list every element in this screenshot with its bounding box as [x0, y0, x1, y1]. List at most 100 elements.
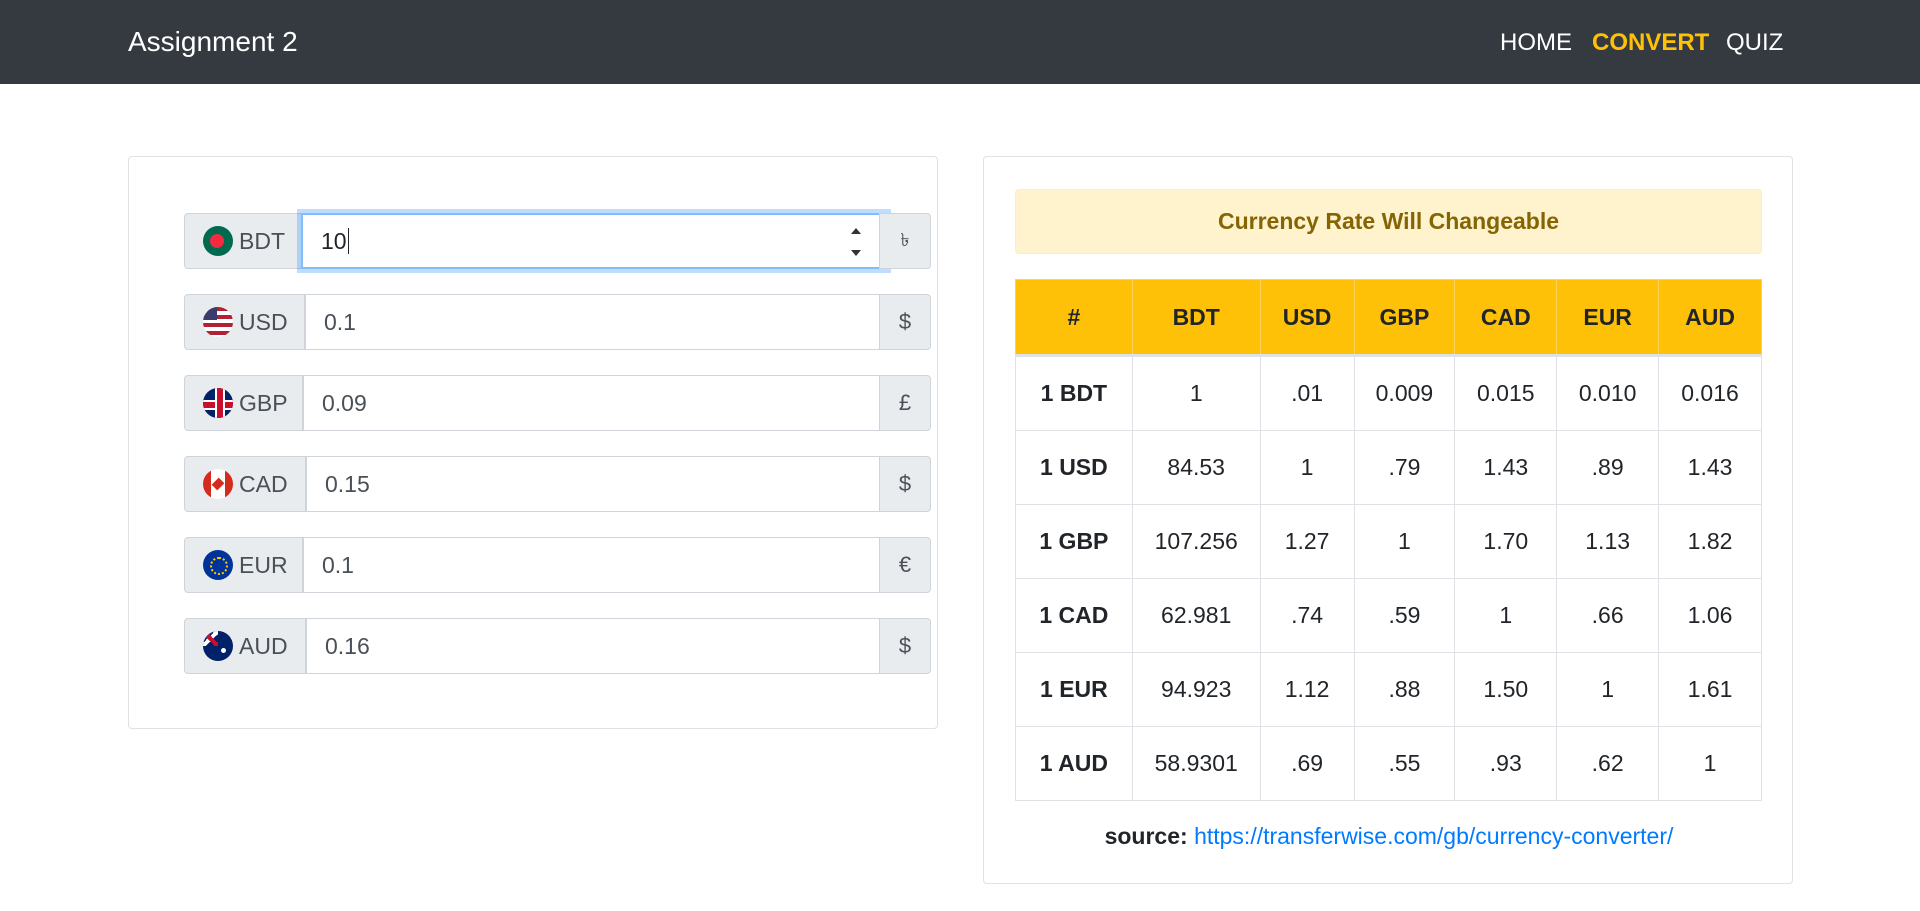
table-row: 1 EUR 94.923 1.12 .88 1.50 1 1.61: [1015, 652, 1762, 727]
number-spinner[interactable]: [849, 228, 863, 256]
input-value: 0.09: [322, 389, 367, 416]
converter-card: BDT 10 ৳ USD 0.1 $ GBP 0.09 £ CAD 0.15 $…: [128, 156, 938, 729]
column-header: BDT: [1131, 279, 1261, 356]
rate-cell: 1.27: [1259, 504, 1355, 579]
currency-label-eur: EUR: [184, 537, 303, 593]
rate-cell: 1: [1454, 578, 1558, 653]
text-caret: [347, 228, 349, 254]
rate-cell: .79: [1353, 430, 1456, 505]
input-value: 0.1: [322, 551, 354, 578]
rate-cell: 1: [1259, 430, 1355, 505]
aud-amount-input[interactable]: 0.16: [306, 618, 880, 674]
rate-cell: .69: [1259, 726, 1355, 801]
currency-label-bdt: BDT: [184, 213, 302, 269]
rate-cell: 84.53: [1131, 430, 1261, 505]
bangladesh-flag-icon: [203, 226, 233, 256]
rate-cell: 1.06: [1658, 578, 1762, 653]
row-header: 1 EUR: [1015, 652, 1133, 727]
rate-cell: 1.12: [1259, 652, 1355, 727]
rate-cell: 1.61: [1658, 652, 1762, 727]
input-value: 0.16: [325, 632, 370, 659]
australia-flag-icon: [203, 631, 233, 661]
rate-cell: 1.82: [1658, 504, 1762, 579]
rate-cell: 1: [1658, 726, 1762, 801]
column-header: CAD: [1454, 279, 1558, 356]
spin-up-icon[interactable]: [851, 228, 861, 234]
currency-symbol-eur: €: [879, 537, 931, 593]
currency-symbol-aud: $: [879, 618, 931, 674]
rate-cell: .62: [1556, 726, 1660, 801]
column-header: EUR: [1556, 279, 1660, 356]
cad-amount-input[interactable]: 0.15: [306, 456, 880, 512]
converter-row-cad: CAD 0.15 $: [184, 456, 931, 514]
source-citation: source: https://transferwise.com/gb/curr…: [984, 823, 1794, 850]
rate-cell: 1: [1353, 504, 1456, 579]
input-value: 0.1: [324, 308, 356, 335]
rate-cell: 62.981: [1131, 578, 1261, 653]
rate-cell: .66: [1556, 578, 1660, 653]
rate-cell: 0.009: [1353, 355, 1456, 431]
rate-cell: 1: [1556, 652, 1660, 727]
spin-down-icon[interactable]: [851, 250, 861, 256]
rate-cell: 1.50: [1454, 652, 1558, 727]
nav-quiz-link[interactable]: QUIZ: [1726, 27, 1783, 59]
rate-cell: .89: [1556, 430, 1660, 505]
navbar: Assignment 2 HOME CONVERT QUIZ: [0, 0, 1920, 84]
rate-cell: 1: [1131, 355, 1261, 431]
currency-code: AUD: [239, 632, 288, 659]
row-header: 1 BDT: [1015, 355, 1133, 431]
input-value: 10: [321, 227, 347, 254]
rate-cell: 58.9301: [1131, 726, 1261, 801]
currency-code: CAD: [239, 470, 288, 497]
table-row: 1 USD 84.53 1 .79 1.43 .89 1.43: [1015, 430, 1762, 505]
source-link[interactable]: https://transferwise.com/gb/currency-con…: [1194, 823, 1673, 849]
gbp-amount-input[interactable]: 0.09: [303, 375, 880, 431]
table-row: 1 BDT 1 .01 0.009 0.015 0.010 0.016: [1015, 355, 1762, 431]
usd-amount-input[interactable]: 0.1: [305, 294, 880, 350]
rate-cell: .88: [1353, 652, 1456, 727]
rate-cell: .74: [1259, 578, 1355, 653]
input-value: 0.15: [325, 470, 370, 497]
currency-code: GBP: [239, 389, 288, 416]
rate-cell: 1.43: [1454, 430, 1558, 505]
rate-cell: 0.015: [1454, 355, 1558, 431]
table-row: 1 AUD 58.9301 .69 .55 .93 .62 1: [1015, 726, 1762, 801]
rate-cell: .59: [1353, 578, 1456, 653]
rate-cell: .93: [1454, 726, 1558, 801]
converter-row-aud: AUD 0.16 $: [184, 618, 931, 676]
currency-label-usd: USD: [184, 294, 305, 350]
source-label: source:: [1104, 823, 1188, 849]
navbar-brand[interactable]: Assignment 2: [128, 25, 298, 59]
column-header: AUD: [1658, 279, 1762, 356]
converter-row-bdt: BDT 10 ৳: [184, 213, 931, 271]
canada-flag-icon: [203, 469, 233, 499]
column-header: GBP: [1353, 279, 1456, 356]
row-header: 1 AUD: [1015, 726, 1133, 801]
converter-row-eur: EUR 0.1 €: [184, 537, 931, 595]
column-header: #: [1015, 279, 1133, 356]
rate-cell: 1.70: [1454, 504, 1558, 579]
column-header: USD: [1259, 279, 1355, 356]
currency-label-gbp: GBP: [184, 375, 303, 431]
currency-code: BDT: [239, 227, 285, 254]
nav-home-link[interactable]: HOME: [1500, 27, 1572, 59]
currency-symbol-cad: $: [879, 456, 931, 512]
nav-convert-link[interactable]: CONVERT: [1592, 27, 1709, 59]
currency-symbol-bdt: ৳: [879, 213, 931, 269]
rate-cell: 0.010: [1556, 355, 1660, 431]
usa-flag-icon: [203, 307, 233, 337]
rate-cell: .55: [1353, 726, 1456, 801]
table-row: 1 GBP 107.256 1.27 1 1.70 1.13 1.82: [1015, 504, 1762, 579]
bdt-amount-input[interactable]: 10: [301, 213, 887, 269]
eur-amount-input[interactable]: 0.1: [303, 537, 880, 593]
currency-code: USD: [239, 308, 288, 335]
rate-cell: 94.923: [1131, 652, 1261, 727]
table-row: 1 CAD 62.981 .74 .59 1 .66 1.06: [1015, 578, 1762, 653]
currency-symbol-usd: $: [879, 294, 931, 350]
converter-row-usd: USD 0.1 $: [184, 294, 931, 352]
currency-label-cad: CAD: [184, 456, 306, 512]
row-header: 1 CAD: [1015, 578, 1133, 653]
row-header: 1 GBP: [1015, 504, 1133, 579]
currency-rates-table: # BDT USD GBP CAD EUR AUD 1 BDT 1 .01 0.…: [1015, 279, 1762, 801]
rate-cell: 1.43: [1658, 430, 1762, 505]
